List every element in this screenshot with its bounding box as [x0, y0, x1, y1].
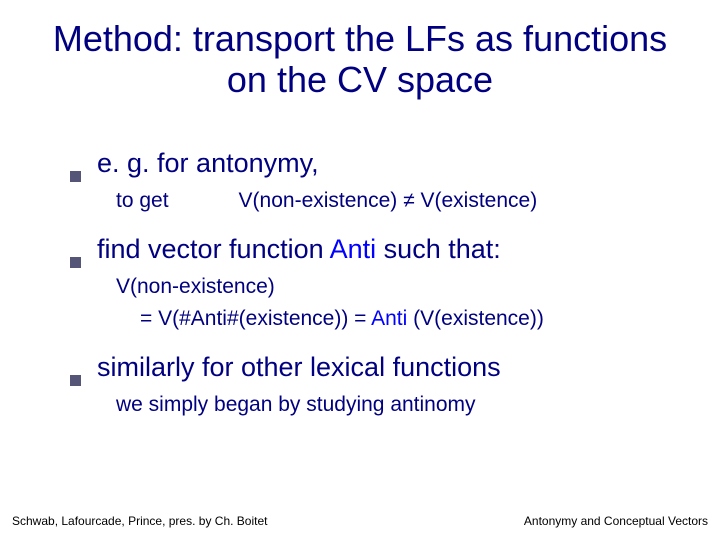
bullet-text: find vector function Anti such that: [97, 233, 501, 267]
bullet-text-pre: find vector function [97, 234, 330, 264]
sub-pre: = V(#Anti#(existence)) = [140, 307, 371, 330]
sub-line: V(non-existence) [116, 273, 660, 301]
sub-post: (V(existence)) [413, 307, 544, 330]
sub-left: to get [116, 189, 169, 212]
square-bullet-icon [70, 171, 81, 182]
footer-left: Schwab, Lafourcade, Prince, pres. by Ch.… [12, 514, 267, 528]
square-bullet-icon [70, 257, 81, 268]
sub-blue: Anti [371, 307, 413, 330]
bullet-text: e. g. for antonymy, [97, 147, 319, 181]
bullet-text-post: such that: [376, 234, 501, 264]
sub-line-indent: = V(#Anti#(existence)) = Anti (V(existen… [140, 305, 660, 333]
footer-right: Antonymy and Conceptual Vectors [524, 514, 708, 528]
bullet-text-blue: Anti [330, 234, 377, 264]
slide-title: Method: transport the LFs as functions o… [0, 0, 720, 109]
square-bullet-icon [70, 375, 81, 386]
footer: Schwab, Lafourcade, Prince, pres. by Ch.… [0, 514, 720, 528]
bullet-item: similarly for other lexical functions we… [70, 351, 660, 419]
sub-right: V(non-existence) ≠ V(existence) [239, 189, 538, 212]
bullet-item: find vector function Anti such that: V(n… [70, 233, 660, 333]
slide-body: e. g. for antonymy, to get V(non-existenc… [0, 109, 720, 420]
sub-line: to get V(non-existence) ≠ V(existence) [116, 187, 660, 215]
bullet-text: similarly for other lexical functions [97, 351, 501, 385]
sub-line: we simply began by studying antinomy [116, 391, 660, 419]
bullet-item: e. g. for antonymy, to get V(non-existenc… [70, 147, 660, 215]
